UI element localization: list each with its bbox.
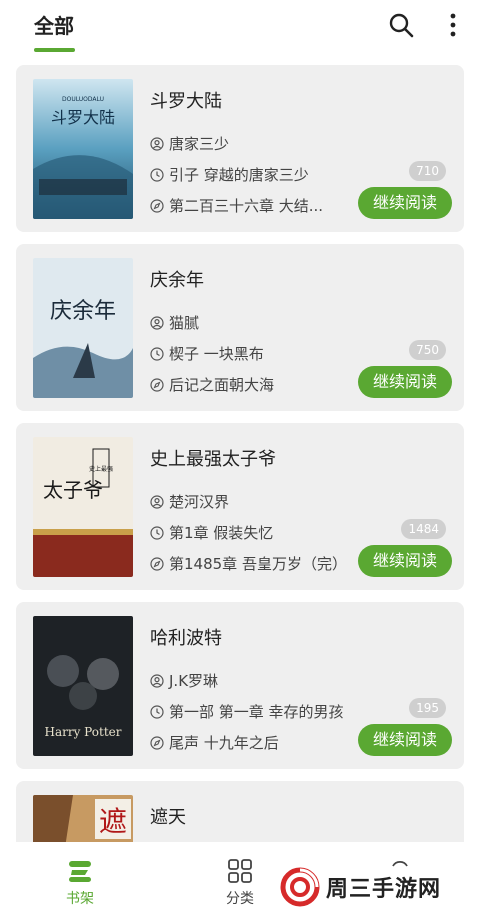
clock-icon [150, 346, 164, 361]
continue-reading-button[interactable]: 继续阅读 [358, 545, 452, 577]
chapter-count-badge: 195 [409, 698, 446, 718]
book-current-chapter-text: 第1章 假装失忆 [169, 524, 274, 542]
compass-icon [150, 377, 164, 392]
top-bar: 全部 [0, 0, 480, 58]
svg-text:遮: 遮 [99, 805, 127, 838]
book-author-text: J.K罗琳 [169, 672, 219, 690]
svg-text:Harry Potter: Harry Potter [45, 725, 122, 739]
book-card[interactable]: 斗罗大陆 DOULUODALU 斗罗大陆 唐家三少 引子 穿越的唐家三少 第二百… [16, 65, 464, 232]
person-circle-icon [150, 315, 164, 330]
book-current-chapter-text: 楔子 一块黑布 [169, 345, 264, 363]
svg-text:太子爷: 太子爷 [43, 478, 103, 502]
tab-all[interactable]: 全部 [34, 10, 74, 39]
svg-text:DOULUODALU: DOULUODALU [62, 96, 104, 103]
book-card[interactable]: 庆余年 庆余年 猫腻 楔子 一块黑布 后记之面朝大海 750 继续阅读 [16, 244, 464, 411]
compass-icon [150, 198, 164, 213]
nav-category[interactable]: 分类 [200, 842, 280, 916]
book-card[interactable]: Harry Potter 哈利波特 J.K罗琳 第一部 第一章 幸存的男孩 尾声… [16, 602, 464, 769]
compass-icon [150, 735, 164, 750]
book-latest-chapter: 后记之面朝大海 [150, 374, 274, 395]
book-current-chapter: 第一部 第一章 幸存的男孩 [150, 701, 344, 722]
book-author-text: 猫腻 [169, 314, 200, 332]
book-latest-chapter-text: 尾声 十九年之后 [169, 734, 279, 752]
continue-reading-button[interactable]: 继续阅读 [358, 724, 452, 756]
continue-reading-button[interactable]: 继续阅读 [358, 187, 452, 219]
book-latest-chapter-text: 第二百三十六章 大结... [169, 197, 324, 215]
chapter-count-badge: 750 [409, 340, 446, 360]
watermark: 周三手游网 [280, 866, 441, 908]
book-title: 斗罗大陆 [150, 91, 222, 112]
book-title: 哈利波特 [150, 628, 222, 649]
book-latest-chapter-text: 第1485章 吾皇万岁（完） [169, 555, 347, 573]
clock-icon [150, 704, 164, 719]
book-latest-chapter: 第二百三十六章 大结... [150, 195, 323, 216]
nav-category-label: 分类 [226, 891, 254, 907]
book-author: 楚河汉界 [150, 491, 229, 512]
book-cover: 庆余年 [33, 258, 133, 398]
watermark-text: 周三手游网 [326, 877, 442, 902]
nav-bookshelf-label: 书架 [66, 891, 94, 907]
bookshelf-icon [69, 861, 91, 882]
svg-text:史上最强: 史上最强 [89, 465, 113, 473]
compass-icon [150, 556, 164, 571]
book-author-text: 楚河汉界 [169, 493, 230, 511]
more-vertical-icon[interactable] [440, 12, 466, 38]
book-card[interactable]: 太子爷 史上最强 史上最强太子爷 楚河汉界 第1章 假装失忆 第1485章 吾皇… [16, 423, 464, 590]
book-title: 庆余年 [150, 270, 204, 291]
book-cover: 斗罗大陆 DOULUODALU [33, 79, 133, 219]
book-current-chapter: 引子 穿越的唐家三少 [150, 164, 309, 185]
book-latest-chapter-text: 后记之面朝大海 [169, 376, 275, 394]
person-circle-icon [150, 136, 164, 151]
clock-icon [150, 167, 164, 182]
continue-reading-button[interactable]: 继续阅读 [358, 366, 452, 398]
book-list: 斗罗大陆 DOULUODALU 斗罗大陆 唐家三少 引子 穿越的唐家三少 第二百… [16, 65, 464, 873]
nav-bookshelf[interactable]: 书架 [40, 842, 120, 916]
book-current-chapter: 第1章 假装失忆 [150, 522, 273, 543]
book-title: 遮天 [150, 807, 186, 828]
svg-text:庆余年: 庆余年 [50, 299, 116, 324]
book-author: 猫腻 [150, 312, 199, 333]
svg-text:斗罗大陆: 斗罗大陆 [51, 108, 115, 127]
book-current-chapter: 楔子 一块黑布 [150, 343, 264, 364]
search-icon[interactable] [388, 12, 414, 38]
grid-icon [228, 859, 252, 883]
book-title: 史上最强太子爷 [150, 449, 276, 470]
chapter-count-badge: 1484 [401, 519, 446, 539]
person-circle-icon [150, 494, 164, 509]
book-cover: 太子爷 史上最强 [33, 437, 133, 577]
watermark-logo-icon [280, 867, 320, 907]
book-current-chapter-text: 引子 穿越的唐家三少 [169, 166, 309, 184]
book-latest-chapter: 尾声 十九年之后 [150, 732, 279, 753]
book-latest-chapter: 第1485章 吾皇万岁（完） [150, 553, 347, 574]
clock-icon [150, 525, 164, 540]
person-circle-icon [150, 673, 164, 688]
book-current-chapter-text: 第一部 第一章 幸存的男孩 [169, 703, 344, 721]
book-cover: Harry Potter [33, 616, 133, 756]
book-author: 唐家三少 [150, 133, 229, 154]
tab-active-indicator [34, 48, 75, 52]
book-author-text: 唐家三少 [169, 135, 230, 153]
book-author: J.K罗琳 [150, 670, 218, 691]
chapter-count-badge: 710 [409, 161, 446, 181]
